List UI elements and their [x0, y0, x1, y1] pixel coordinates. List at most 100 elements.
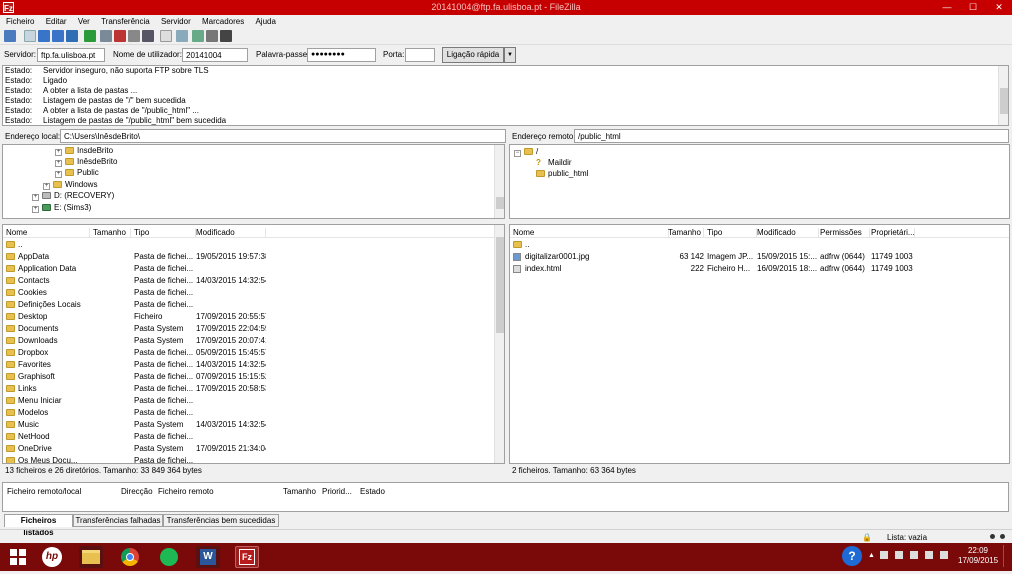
- toggle-log-icon[interactable]: [24, 30, 36, 42]
- menu-marcadores[interactable]: Marcadores: [196, 15, 247, 26]
- toggle-local-tree-icon[interactable]: [38, 30, 50, 42]
- menu-servidor[interactable]: Servidor: [155, 15, 194, 26]
- column-type[interactable]: Tipo: [707, 228, 757, 238]
- table-row[interactable]: Definições Locais Pasta de fichei...: [3, 299, 493, 311]
- tree-item[interactable]: public_html: [536, 168, 588, 179]
- table-row[interactable]: Dropbox Pasta de fichei... 05/09/2015 15:4…: [3, 347, 493, 359]
- toggle-remote-tree-icon[interactable]: [52, 30, 64, 42]
- sync-browsing-icon[interactable]: [176, 30, 188, 42]
- table-row[interactable]: OneDrive Pasta System 17/09/2015 21:34:04: [3, 443, 493, 455]
- column-modified[interactable]: Modificado: [196, 228, 266, 238]
- help-icon[interactable]: ?: [842, 546, 862, 566]
- flag-icon[interactable]: [895, 551, 903, 559]
- local-list-scrollbar[interactable]: [494, 225, 504, 463]
- tab-successful-transfers[interactable]: Transferências bem sucedidas: [163, 514, 279, 527]
- tree-item[interactable]: ? Maildir: [536, 157, 572, 168]
- password-input[interactable]: ●●●●●●●●: [307, 48, 376, 62]
- menu-ver[interactable]: Ver: [72, 15, 93, 26]
- table-row[interactable]: Graphisoft Pasta de fichei... 07/09/2015 1…: [3, 371, 493, 383]
- port-input[interactable]: [405, 48, 435, 62]
- refresh-icon[interactable]: [84, 30, 96, 42]
- table-row[interactable]: Application Data Pasta de fichei...: [3, 263, 493, 275]
- maximize-button[interactable]: ☐: [960, 0, 986, 15]
- tree-item[interactable]: + Windows: [43, 179, 97, 190]
- table-row[interactable]: Modelos Pasta de fichei...: [3, 407, 493, 419]
- menu-ficheiro[interactable]: Ficheiro: [0, 15, 37, 26]
- close-button[interactable]: ✕: [986, 0, 1012, 15]
- column-type[interactable]: Tipo: [134, 228, 196, 238]
- column-name[interactable]: Nome: [6, 228, 90, 238]
- table-row[interactable]: index.html 222 Ficheiro H... 16/09/2015 18:…: [510, 263, 1000, 275]
- column-permissions[interactable]: Permissões: [820, 228, 870, 238]
- battery-icon[interactable]: [910, 551, 918, 559]
- tab-queued-files[interactable]: Ficheiros listados: [4, 514, 73, 537]
- table-row[interactable]: Desktop Ficheiro 17/09/2015 20:55:57: [3, 311, 493, 323]
- cancel-icon[interactable]: [114, 30, 126, 42]
- menu-editar[interactable]: Editar: [40, 15, 70, 26]
- table-row[interactable]: NetHood Pasta de fichei...: [3, 431, 493, 443]
- tree-item[interactable]: − /: [514, 146, 538, 157]
- windows-start-icon[interactable]: [6, 546, 30, 568]
- binoculars-icon[interactable]: [220, 30, 232, 42]
- tree-item[interactable]: + Public: [55, 167, 99, 178]
- table-row[interactable]: Documents Pasta System 17/09/2015 22:04:59: [3, 323, 493, 335]
- volume-icon[interactable]: [940, 551, 948, 559]
- column-name[interactable]: Nome: [513, 228, 669, 238]
- table-row[interactable]: Cookies Pasta de fichei...: [3, 287, 493, 299]
- table-row[interactable]: Contacts Pasta de fichei... 14/03/2015 14:…: [3, 275, 493, 287]
- queue-column-size[interactable]: Tamanho: [283, 487, 316, 496]
- chrome-icon[interactable]: [118, 546, 142, 568]
- word-icon[interactable]: W: [196, 546, 220, 568]
- quickconnect-button[interactable]: Ligação rápida: [442, 47, 504, 63]
- table-row[interactable]: Favorites Pasta de fichei... 14/03/2015 14…: [3, 359, 493, 371]
- spotify-icon[interactable]: [157, 546, 181, 568]
- file-explorer-icon[interactable]: [79, 546, 103, 568]
- disconnect-icon[interactable]: [128, 30, 140, 42]
- table-row[interactable]: Os Meus Docu... Pasta de fichei...: [3, 455, 493, 463]
- menu-transferencia[interactable]: Transferência: [95, 15, 153, 26]
- queue-column-status[interactable]: Estado: [360, 487, 385, 496]
- site-manager-icon[interactable]: [4, 30, 16, 42]
- table-row[interactable]: Menu Iniciar Pasta de fichei...: [3, 395, 493, 407]
- clock[interactable]: 22:09 17/09/2015: [958, 546, 998, 566]
- reconnect-icon[interactable]: [142, 30, 154, 42]
- host-input[interactable]: ftp.fa.ulisboa.pt: [37, 48, 105, 62]
- queue-column-file[interactable]: Ficheiro remoto/local: [7, 487, 81, 496]
- hp-icon[interactable]: hp: [40, 546, 64, 568]
- column-size[interactable]: Tamanho: [93, 228, 131, 238]
- directory-listing-filter-icon[interactable]: [160, 30, 172, 42]
- log-scrollbar[interactable]: [998, 66, 1008, 125]
- local-tree-scrollbar[interactable]: [494, 145, 504, 218]
- table-row[interactable]: ..: [510, 239, 1000, 251]
- show-desktop-button[interactable]: [1003, 545, 1009, 567]
- table-row[interactable]: ..: [3, 239, 493, 251]
- quickconnect-dropdown-icon[interactable]: ▼: [504, 47, 516, 63]
- tree-item[interactable]: + E: (Sims3): [32, 202, 91, 213]
- local-address-input[interactable]: C:\Users\InêsdeBrito\: [60, 129, 506, 143]
- menu-ajuda[interactable]: Ajuda: [249, 15, 278, 26]
- minimize-button[interactable]: —: [934, 0, 960, 15]
- column-owner[interactable]: Proprietári...: [871, 228, 915, 238]
- user-input[interactable]: 20141004: [182, 48, 248, 62]
- table-row[interactable]: digitalizar0001.jpg 63 142 Imagem JP... 15/…: [510, 251, 1000, 263]
- table-row[interactable]: Music Pasta System 14/03/2015 14:32:54: [3, 419, 493, 431]
- table-row[interactable]: AppData Pasta de fichei... 19/05/2015 19:5…: [3, 251, 493, 263]
- table-row[interactable]: Links Pasta de fichei... 17/09/2015 20:58:…: [3, 383, 493, 395]
- table-row[interactable]: Downloads Pasta System 17/09/2015 20:07:41: [3, 335, 493, 347]
- column-modified[interactable]: Modificado: [757, 228, 819, 238]
- search-icon[interactable]: [206, 30, 218, 42]
- queue-column-remote[interactable]: Ficheiro remoto: [158, 487, 214, 496]
- compare-icon[interactable]: [192, 30, 204, 42]
- tray-app-icon[interactable]: [880, 551, 888, 559]
- queue-column-direction[interactable]: Direcção: [121, 487, 153, 496]
- network-icon[interactable]: [925, 551, 933, 559]
- remote-address-input[interactable]: /public_html: [574, 129, 1009, 143]
- tree-item[interactable]: + InsdeBrito: [55, 145, 113, 156]
- tree-item[interactable]: + InêsdeBrito: [55, 156, 117, 167]
- tab-failed-transfers[interactable]: Transferências falhadas: [73, 514, 163, 527]
- process-queue-icon[interactable]: [100, 30, 112, 42]
- filezilla-taskbar-icon[interactable]: Fz: [235, 546, 259, 568]
- queue-column-priority[interactable]: Priorid...: [322, 487, 352, 496]
- column-size[interactable]: Tamanho: [668, 228, 704, 238]
- toggle-queue-icon[interactable]: [66, 30, 78, 42]
